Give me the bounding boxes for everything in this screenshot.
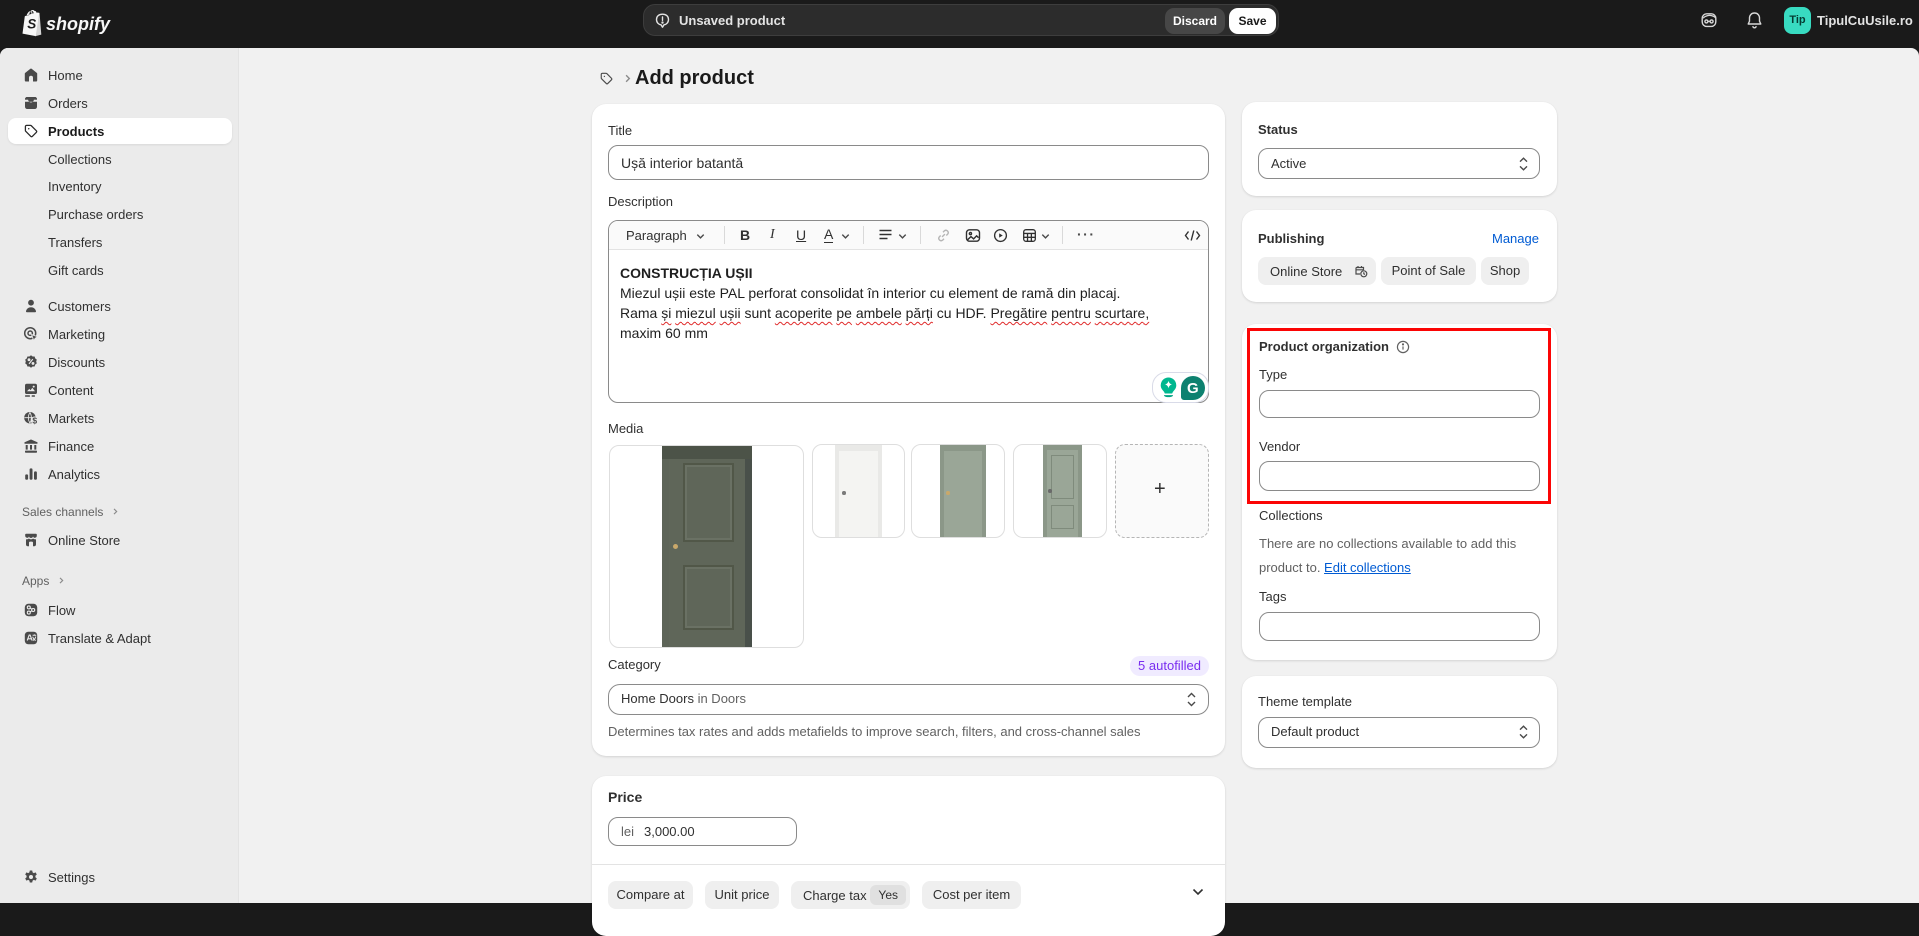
svg-text:S: S [27, 17, 36, 32]
svg-text:$: $ [32, 415, 37, 425]
svg-text:shopify: shopify [46, 14, 111, 34]
